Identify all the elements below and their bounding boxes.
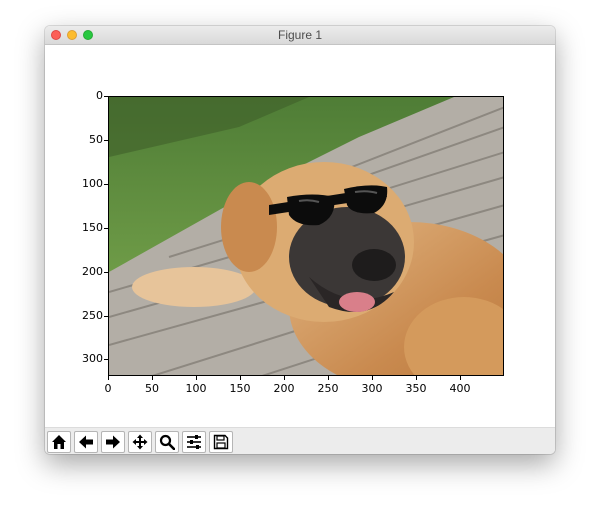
- x-tick-label: 250: [317, 382, 339, 395]
- y-tick-mark: [104, 228, 108, 229]
- configure-subplots-button[interactable]: [182, 431, 206, 453]
- x-tick-mark: [284, 376, 285, 380]
- y-tick-label: 200: [82, 265, 103, 278]
- figure-canvas[interactable]: 0 50 100 150 200 250 300 0 50 100 150 20…: [45, 45, 555, 427]
- x-tick-mark: [460, 376, 461, 380]
- x-tick-label: 300: [361, 382, 383, 395]
- y-tick-label: 250: [82, 309, 103, 322]
- y-tick-mark: [104, 96, 108, 97]
- pan-icon: [132, 434, 148, 450]
- pan-button[interactable]: [128, 431, 152, 453]
- y-tick-mark: [104, 316, 108, 317]
- y-tick-mark: [104, 359, 108, 360]
- x-tick-mark: [108, 376, 109, 380]
- title-bar[interactable]: Figure 1: [45, 26, 555, 45]
- x-tick-label: 0: [104, 382, 112, 395]
- y-tick-mark: [104, 272, 108, 273]
- y-tick-label: 0: [96, 89, 103, 102]
- x-tick-mark: [240, 376, 241, 380]
- y-tick-label: 50: [89, 133, 103, 146]
- arrow-right-icon: [106, 435, 120, 449]
- y-tick-label: 100: [82, 177, 103, 190]
- x-tick-label: 350: [405, 382, 427, 395]
- arrow-left-icon: [79, 435, 93, 449]
- image-axes[interactable]: [108, 96, 504, 376]
- y-tick-mark: [104, 140, 108, 141]
- home-button[interactable]: [47, 431, 71, 453]
- navigation-toolbar: [45, 427, 555, 454]
- x-tick-label: 100: [185, 382, 207, 395]
- save-button[interactable]: [209, 431, 233, 453]
- sliders-icon: [187, 435, 201, 449]
- x-tick-mark: [328, 376, 329, 380]
- x-tick-mark: [416, 376, 417, 380]
- x-tick-label: 150: [229, 382, 251, 395]
- forward-button[interactable]: [101, 431, 125, 453]
- home-icon: [52, 435, 66, 449]
- x-tick-mark: [196, 376, 197, 380]
- zoom-button[interactable]: [155, 431, 179, 453]
- y-tick-label: 300: [82, 352, 103, 365]
- x-tick-label: 200: [273, 382, 295, 395]
- window-title: Figure 1: [277, 28, 323, 42]
- x-tick-label: 400: [449, 382, 471, 395]
- x-tick-label: 50: [145, 382, 159, 395]
- x-tick-mark: [152, 376, 153, 380]
- figure-window: Figure 1 0 50 100 150 200 250 300 0 50 1…: [45, 26, 555, 454]
- dog-photo: [109, 97, 503, 375]
- x-tick-mark: [372, 376, 373, 380]
- back-button[interactable]: [74, 431, 98, 453]
- save-icon: [213, 434, 229, 450]
- zoom-icon: [159, 434, 175, 450]
- y-tick-label: 150: [82, 221, 103, 234]
- y-tick-mark: [104, 184, 108, 185]
